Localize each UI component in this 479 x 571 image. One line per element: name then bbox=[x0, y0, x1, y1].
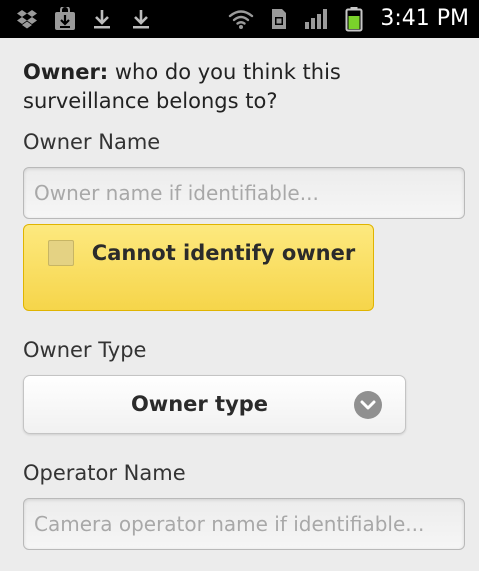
owner-type-select[interactable]: Owner type bbox=[23, 375, 406, 434]
download-store-icon bbox=[52, 0, 78, 38]
form-screen: Owner: who do you think this surveillanc… bbox=[0, 38, 479, 571]
owner-intro: Owner: who do you think this surveillanc… bbox=[23, 58, 463, 116]
signal-icon bbox=[302, 0, 332, 38]
wifi-icon bbox=[226, 0, 256, 38]
cannot-identify-label: Cannot identify owner bbox=[91, 241, 356, 265]
clock: 3:41 PM bbox=[380, 6, 469, 31]
download-icon bbox=[90, 0, 114, 38]
operator-name-input[interactable] bbox=[23, 498, 465, 550]
intro-heading: Owner: bbox=[23, 60, 109, 84]
owner-name-input[interactable] bbox=[23, 167, 465, 219]
cannot-identify-owner-button[interactable]: Cannot identify owner bbox=[23, 224, 374, 311]
owner-type-label: Owner Type bbox=[23, 338, 147, 362]
download-icon bbox=[129, 0, 153, 38]
status-bar: 3:41 PM bbox=[0, 0, 479, 38]
owner-type-selected: Owner type bbox=[130, 392, 269, 416]
battery-icon bbox=[342, 0, 366, 38]
cannot-identify-checkbox[interactable] bbox=[48, 240, 74, 266]
chevron-down-icon bbox=[354, 391, 382, 419]
owner-name-label: Owner Name bbox=[23, 130, 161, 154]
sim-icon bbox=[269, 0, 289, 38]
operator-name-label: Operator Name bbox=[23, 461, 186, 485]
dropbox-icon bbox=[14, 0, 40, 38]
